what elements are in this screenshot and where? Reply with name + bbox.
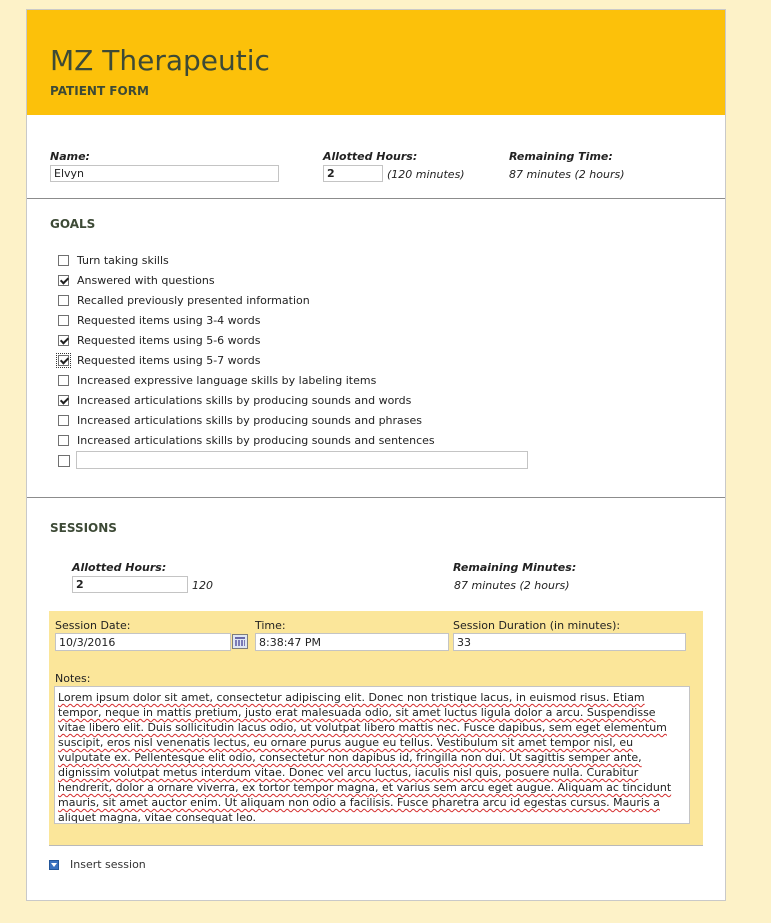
allotted-minutes-text: (120 minutes) (387, 168, 465, 181)
session-allotted-minutes: 120 (192, 579, 213, 592)
notes-text: Lorem ipsum dolor sit amet, consectetur … (58, 691, 672, 824)
goal-item[interactable]: Recalled previously presented informatio… (58, 292, 310, 308)
goal-checkbox[interactable] (58, 434, 69, 446)
name-label: Name: (50, 150, 90, 163)
form-title: MZ Therapeutic (50, 44, 270, 77)
session-allotted-field[interactable] (72, 576, 188, 593)
divider-sessions (27, 497, 725, 498)
session-entry: Session Date: Time: Session Duration (in… (49, 611, 703, 845)
session-divider (49, 845, 703, 846)
session-allotted-label: Allotted Hours: (72, 561, 167, 574)
session-remaining-value: 87 minutes (2 hours) (454, 579, 570, 592)
goal-other-checkbox[interactable] (58, 455, 70, 467)
goal-checkbox[interactable] (58, 394, 69, 406)
goal-checkbox[interactable] (58, 374, 69, 386)
allotted-hours-field[interactable] (323, 165, 383, 182)
session-duration-label: Session Duration (in minutes): (453, 619, 621, 632)
form-header: MZ Therapeutic PATIENT FORM (27, 10, 725, 115)
goal-checkbox[interactable] (58, 294, 69, 306)
goal-label: Turn taking skills (77, 253, 169, 267)
notes-field[interactable]: Lorem ipsum dolor sit amet, consectetur … (54, 686, 690, 824)
goal-label: Requested items using 5-7 words (77, 353, 261, 367)
name-field[interactable] (50, 165, 279, 182)
goal-checkbox[interactable] (58, 414, 69, 426)
goal-label: Requested items using 3-4 words (77, 313, 261, 327)
calendar-icon[interactable] (232, 634, 248, 649)
goal-label: Increased articulations skills by produc… (77, 433, 435, 447)
goal-item[interactable]: Answered with questions (58, 272, 215, 288)
form-subtitle: PATIENT FORM (50, 84, 149, 98)
insert-session-button[interactable]: Insert session (49, 858, 146, 871)
goal-item[interactable]: Requested items using 5-7 words (56, 352, 261, 368)
goal-checkbox[interactable] (58, 254, 69, 266)
goal-checkbox[interactable] (58, 314, 69, 326)
session-date-label: Session Date: (55, 619, 131, 632)
goal-checkbox[interactable] (58, 274, 69, 286)
goal-label: Increased articulations skills by produc… (77, 393, 412, 407)
session-time-field[interactable] (255, 633, 449, 651)
session-date-field[interactable] (55, 633, 231, 651)
goal-label: Increased articulations skills by produc… (77, 413, 423, 427)
goal-item[interactable]: Turn taking skills (58, 252, 169, 268)
goal-other-item[interactable] (58, 453, 70, 469)
session-time-label: Time: (255, 619, 286, 632)
goal-checkbox[interactable] (56, 352, 71, 368)
goal-other-field[interactable] (76, 451, 528, 469)
remaining-time-label: Remaining Time: (509, 150, 613, 163)
insert-session-label: Insert session (70, 858, 146, 871)
goal-item[interactable]: Requested items using 5-6 words (58, 332, 260, 348)
goal-item[interactable]: Increased articulations skills by produc… (58, 392, 411, 408)
goal-item[interactable]: Increased articulations skills by produc… (58, 432, 435, 448)
goals-title: GOALS (50, 217, 96, 231)
goal-label: Increased expressive language skills by … (77, 373, 377, 387)
goal-checkbox[interactable] (58, 334, 69, 346)
notes-label: Notes: (55, 672, 91, 685)
insert-dropdown-icon[interactable] (49, 859, 59, 870)
goal-label: Recalled previously presented informatio… (77, 293, 310, 307)
divider-goals (27, 198, 725, 199)
allotted-hours-label: Allotted Hours: (323, 150, 418, 163)
goal-item[interactable]: Increased expressive language skills by … (58, 372, 376, 388)
goal-label: Answered with questions (77, 273, 215, 287)
goal-item[interactable]: Increased articulations skills by produc… (58, 412, 422, 428)
goal-item[interactable]: Requested items using 3-4 words (58, 312, 260, 328)
goal-label: Requested items using 5-6 words (77, 333, 261, 347)
patient-form: MZ Therapeutic PATIENT FORM Name: Allott… (26, 9, 726, 901)
remaining-time-value: 87 minutes (2 hours) (509, 168, 625, 181)
session-duration-field[interactable] (453, 633, 686, 651)
sessions-title: SESSIONS (50, 521, 117, 535)
session-remaining-label: Remaining Minutes: (453, 561, 577, 574)
